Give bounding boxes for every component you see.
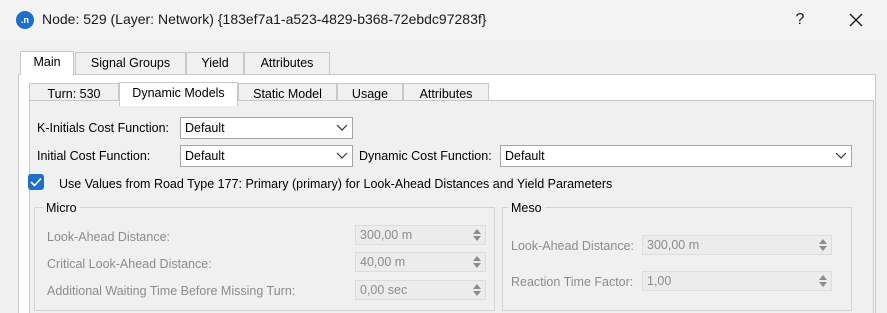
chevron-down-icon: [336, 124, 348, 131]
tab-yield[interactable]: Yield: [186, 52, 244, 74]
meso-look-ahead-label: Look-Ahead Distance:: [511, 239, 634, 253]
use-values-checkbox[interactable]: [28, 174, 44, 190]
k-initials-select[interactable]: Default: [180, 117, 353, 139]
checkmark-icon: [30, 177, 42, 187]
use-values-label: Use Values from Road Type 177: Primary (…: [59, 177, 613, 191]
spin-arrows-icon: [473, 256, 481, 268]
reaction-time-value: 1,00: [647, 274, 672, 288]
waiting-time-spinbox: 0,00 sec: [355, 280, 486, 300]
dialog-body: Main Signal Groups Yield Attributes Turn…: [0, 40, 887, 313]
meso-look-ahead-value: 300,00 m: [647, 238, 700, 252]
spin-arrows-icon: [473, 284, 481, 296]
tab-signal-groups[interactable]: Signal Groups: [75, 52, 186, 74]
title-bar: .n Node: 529 (Layer: Network) {183ef7a1-…: [0, 0, 887, 40]
waiting-time-value: 0,00 sec: [360, 283, 408, 297]
critical-look-ahead-label: Critical Look-Ahead Distance:: [47, 257, 212, 271]
tab-attributes[interactable]: Attributes: [244, 52, 330, 74]
window-title: Node: 529 (Layer: Network) {183ef7a1-a52…: [42, 11, 487, 27]
micro-group-title: Micro: [43, 201, 80, 215]
dynamic-cost-select[interactable]: Default: [500, 145, 852, 167]
spin-arrows-icon: [473, 229, 481, 241]
close-icon: [849, 13, 863, 27]
spin-arrows-icon: [819, 275, 827, 287]
help-button[interactable]: ?: [778, 0, 822, 40]
dynamic-cost-label: Dynamic Cost Function:: [359, 149, 492, 163]
waiting-time-label: Additional Waiting Time Before Missing T…: [47, 284, 296, 298]
meso-group: [502, 207, 852, 311]
chevron-down-icon: [336, 152, 348, 159]
tab-dynamic-models[interactable]: Dynamic Models: [119, 82, 238, 106]
meso-look-ahead-spinbox: 300,00 m: [642, 235, 832, 255]
micro-look-ahead-spinbox: 300,00 m: [355, 225, 486, 245]
k-initials-label: K-Initials Cost Function:: [37, 121, 169, 135]
close-button[interactable]: [834, 0, 878, 40]
reaction-time-label: Reaction Time Factor:: [511, 275, 634, 289]
meso-group-title: Meso: [508, 201, 545, 215]
reaction-time-spinbox: 1,00: [642, 271, 832, 291]
critical-look-ahead-spinbox: 40,00 m: [355, 252, 486, 272]
chevron-down-icon: [835, 152, 847, 159]
critical-look-ahead-value: 40,00 m: [360, 255, 406, 269]
initial-cost-label: Initial Cost Function:: [37, 149, 151, 163]
micro-look-ahead-label: Look-Ahead Distance:: [47, 230, 170, 244]
app-icon: .n: [16, 11, 34, 29]
micro-look-ahead-value: 300,00 m: [360, 228, 413, 242]
initial-cost-value: Default: [185, 149, 225, 163]
initial-cost-select[interactable]: Default: [180, 145, 353, 167]
tab-main[interactable]: Main: [20, 51, 74, 75]
k-initials-value: Default: [185, 121, 225, 135]
dynamic-cost-value: Default: [505, 149, 545, 163]
spin-arrows-icon: [819, 239, 827, 251]
